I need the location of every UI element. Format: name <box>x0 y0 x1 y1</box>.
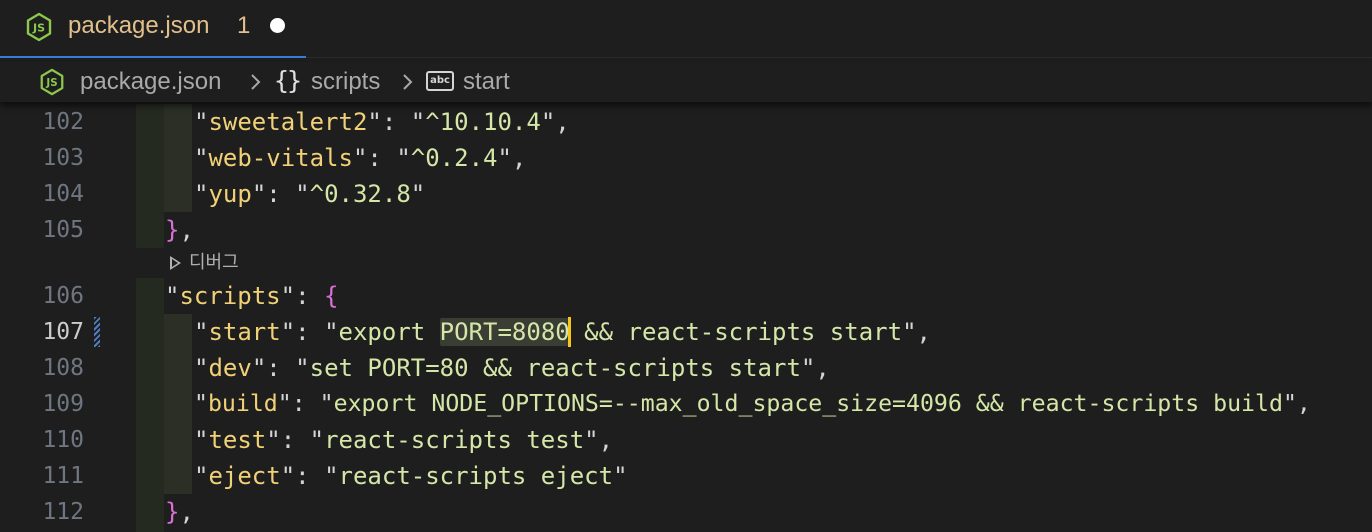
bracket: } <box>165 216 180 244</box>
code-text: "start": "export PORT=8080 && react-scri… <box>194 318 931 346</box>
line-number: 102 <box>42 109 84 135</box>
breadcrumb-scripts[interactable]: scripts <box>311 67 380 97</box>
code-text: "test": "react-scripts test", <box>194 426 614 454</box>
debug-codelens[interactable]: 디버그 <box>170 248 239 278</box>
modified-line-marker[interactable] <box>94 317 100 347</box>
json-string: ^0.2.4 <box>410 144 498 172</box>
json-key: sweetalert2 <box>208 108 368 136</box>
code-text: "yup": "^0.32.8" <box>194 180 426 208</box>
line-number: 111 <box>42 463 84 489</box>
bracket: } <box>165 498 180 526</box>
line-number: 110 <box>42 427 84 453</box>
string-symbol-icon: abc <box>426 71 454 91</box>
unsaved-dot-icon[interactable] <box>270 18 285 33</box>
json-key: build <box>207 390 278 417</box>
breadcrumb: JS package.json {} scripts abc start <box>0 62 1372 102</box>
text-cursor <box>568 317 571 347</box>
line-number: 105 <box>42 217 84 243</box>
play-icon <box>170 256 181 270</box>
code-line[interactable]: 110 "test": "react-scripts test", <box>0 422 1372 458</box>
svg-text:JS: JS <box>45 77 57 89</box>
code-text: "web-vitals": "^0.2.4", <box>194 144 527 172</box>
code-text: "sweetalert2": "^10.10.4", <box>194 108 570 136</box>
bracket: { <box>323 282 339 310</box>
json-key: eject <box>208 462 281 490</box>
json-string: && react-scripts start <box>569 318 903 346</box>
code-text: "build": "export NODE_OPTIONS=--max_old_… <box>194 390 1311 417</box>
code-text: "dev": "set PORT=80 && react-scripts sta… <box>194 354 830 382</box>
json-string: react-scripts eject <box>338 462 614 490</box>
chevron-right-icon <box>403 74 413 90</box>
breadcrumb-file[interactable]: package.json <box>80 67 221 97</box>
json-key: dev <box>208 354 252 382</box>
line-number: 109 <box>42 391 84 417</box>
json-string: ^0.32.8 <box>309 180 411 208</box>
tab-bar: JS package.json 1 <box>0 0 1372 58</box>
line-number: 112 <box>42 499 84 525</box>
code-text: }, <box>165 216 194 244</box>
json-key: web-vitals <box>208 144 353 172</box>
code-line[interactable]: 109 "build": "export NODE_OPTIONS=--max_… <box>0 386 1372 422</box>
debug-codelens-label: 디버그 <box>189 252 239 273</box>
breadcrumb-start[interactable]: start <box>463 67 510 97</box>
code-line[interactable]: 106 "scripts": { <box>0 278 1372 314</box>
svg-text:JS: JS <box>32 22 45 35</box>
code-line[interactable]: 112 }, <box>0 494 1372 530</box>
nodejs-icon: JS <box>40 68 64 96</box>
json-key: start <box>208 318 281 346</box>
json-string: set PORT=80 && react-scripts start <box>309 354 801 382</box>
code-text: }, <box>165 498 194 526</box>
json-key: test <box>208 426 267 454</box>
chevron-right-icon <box>251 74 261 90</box>
json-string: export NODE_OPTIONS=--max_old_space_size… <box>333 390 1283 417</box>
code-text: "scripts": { <box>165 282 339 310</box>
code-line[interactable]: 102 "sweetalert2": "^10.10.4", <box>0 104 1372 140</box>
object-symbol-icon: {} <box>274 66 302 95</box>
line-number: 107 <box>42 319 84 345</box>
code-line[interactable]: 111 "eject": "react-scripts eject" <box>0 458 1372 494</box>
line-number: 103 <box>42 145 84 171</box>
tab-bar-divider <box>306 57 1372 58</box>
json-key: scripts <box>179 282 281 310</box>
nodejs-icon: JS <box>26 12 52 42</box>
json-string: export <box>338 318 440 346</box>
word-highlight: PORT=8080 <box>439 318 570 346</box>
json-key: yup <box>208 180 252 208</box>
code-editor[interactable]: 102 "sweetalert2": "^10.10.4", 103 "web-… <box>0 104 1372 532</box>
json-string: ^10.10.4 <box>425 108 541 136</box>
code-line[interactable]: 103 "web-vitals": "^0.2.4", <box>0 140 1372 176</box>
tab-package-json[interactable]: JS package.json 1 <box>0 0 306 58</box>
problem-count-badge: 1 <box>237 12 251 39</box>
code-line[interactable]: 108 "dev": "set PORT=80 && react-scripts… <box>0 350 1372 386</box>
line-number: 106 <box>42 283 84 309</box>
code-line-active[interactable]: 107 "start": "export PORT=8080 && react-… <box>0 314 1372 350</box>
line-number: 104 <box>42 181 84 207</box>
code-line[interactable]: 104 "yup": "^0.32.8" <box>0 176 1372 212</box>
tab-title: package.json <box>68 12 210 39</box>
code-text: "eject": "react-scripts eject" <box>194 462 628 490</box>
line-number: 108 <box>42 355 84 381</box>
json-string: react-scripts test <box>324 426 585 454</box>
code-line[interactable]: 105 }, <box>0 212 1372 248</box>
